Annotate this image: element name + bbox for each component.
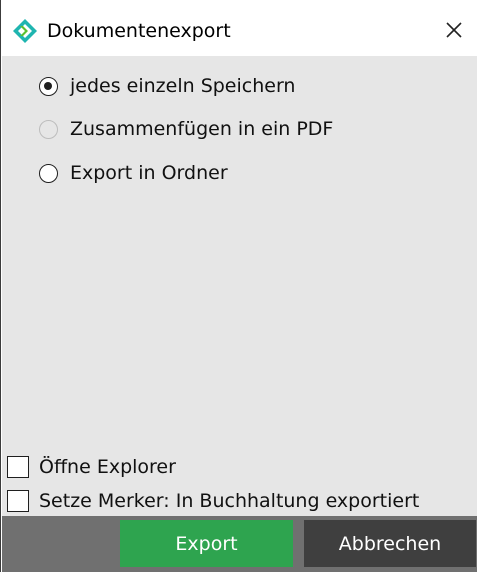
close-icon[interactable] bbox=[444, 20, 464, 40]
radio-label: Zusammenfügen in ein PDF bbox=[70, 118, 334, 140]
diamond-chevron-logo-icon bbox=[13, 19, 37, 43]
radio-button-checked[interactable] bbox=[39, 76, 58, 96]
cancel-button[interactable]: Abbrechen bbox=[304, 520, 476, 567]
window-title: Dokumentenexport bbox=[47, 20, 231, 42]
radio-button-disabled bbox=[39, 119, 58, 139]
radio-option-single[interactable]: jedes einzeln Speichern bbox=[39, 73, 295, 99]
export-button[interactable]: Export bbox=[120, 520, 293, 567]
checkbox-label: Öffne Explorer bbox=[39, 456, 176, 478]
checkbox-box[interactable] bbox=[7, 456, 29, 478]
checkbox-set-flag[interactable]: Setze Merker: In Buchhaltung exportiert bbox=[7, 488, 419, 514]
radio-option-folder[interactable]: Export in Ordner bbox=[39, 160, 228, 186]
radio-button[interactable] bbox=[39, 163, 58, 183]
export-dialog: Dokumentenexport jedes einzeln Speichern… bbox=[0, 0, 477, 572]
checkbox-box[interactable] bbox=[7, 490, 29, 512]
radio-label: jedes einzeln Speichern bbox=[70, 75, 296, 97]
dialog-content: jedes einzeln Speichern Zusammenfügen in… bbox=[2, 56, 477, 516]
checkbox-label: Setze Merker: In Buchhaltung exportiert bbox=[39, 490, 420, 512]
dialog-footer: Export Abbrechen bbox=[2, 516, 477, 572]
checkbox-open-explorer[interactable]: Öffne Explorer bbox=[7, 454, 176, 480]
radio-option-merge-pdf: Zusammenfügen in ein PDF bbox=[39, 116, 333, 142]
radio-label: Export in Ordner bbox=[70, 162, 228, 184]
title-bar[interactable]: Dokumentenexport bbox=[1, 0, 477, 56]
